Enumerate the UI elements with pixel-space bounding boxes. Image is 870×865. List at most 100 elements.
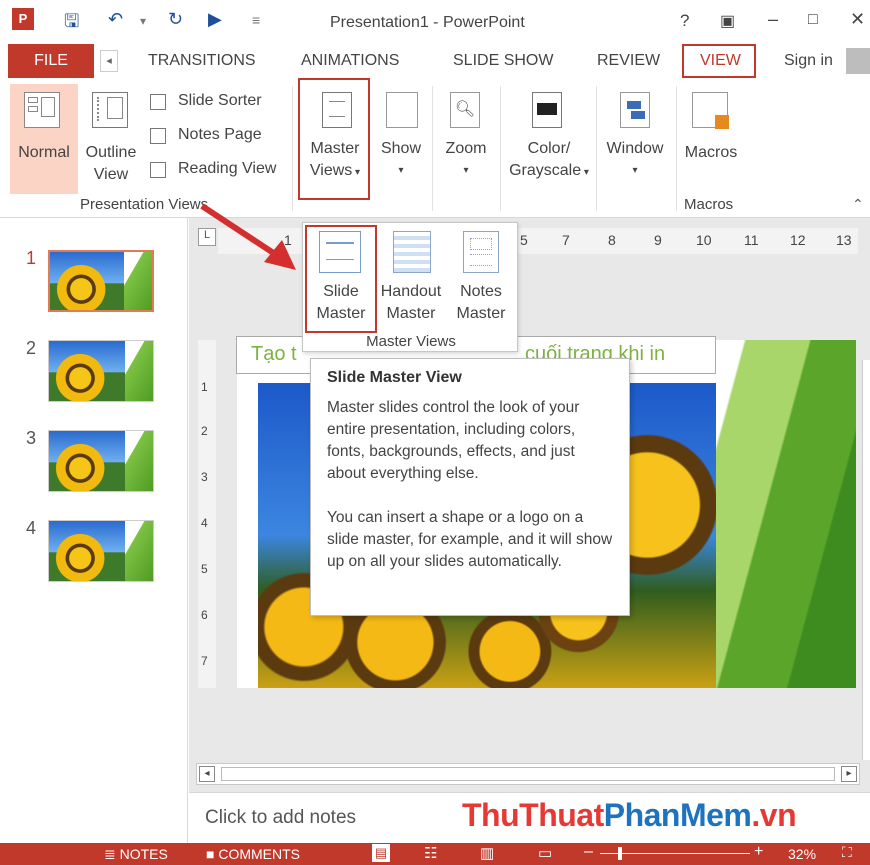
highlight-master-views [298, 78, 370, 200]
normal-label: Normal [18, 144, 70, 161]
minimize-icon[interactable]: – [768, 9, 778, 30]
help-button[interactable]: ? [680, 11, 689, 31]
customize-quick-access-icon[interactable]: ≡ [252, 12, 260, 28]
ruler-tick-label: 2 [201, 424, 208, 438]
scroll-tabs-left-icon[interactable]: ◂ [100, 50, 118, 72]
ruler-tick-label: 8 [608, 232, 616, 248]
ruler-tick-label: 3 [201, 470, 208, 484]
color-grayscale-button[interactable]: Color/ Grayscale ▾ [502, 138, 596, 184]
slide-sorter-button[interactable]: Slide Sorter [178, 92, 262, 110]
ruler-tick-label: 10 [696, 232, 712, 248]
zoom-button[interactable]: Zoom ▾ [438, 138, 494, 182]
show-button[interactable]: Show ▾ [374, 138, 428, 182]
ruler-tick-label: 7 [562, 232, 570, 248]
window-button[interactable]: Window ▾ [598, 138, 672, 182]
user-avatar[interactable] [846, 48, 870, 74]
undo-icon[interactable]: ↶ [108, 9, 123, 30]
tab-review[interactable]: REVIEW [597, 52, 660, 70]
comments-toggle-button[interactable]: ■ COMMENTS [206, 846, 300, 862]
slide-thumbnail-4[interactable] [48, 520, 154, 582]
scroll-right-icon[interactable]: ▸ [841, 766, 857, 782]
ruler-tick-label: 1 [201, 380, 208, 394]
title-bar: P 🖫 ↶ ▾ ↻ ▶ ≡ Presentation1 - PowerPoint… [0, 0, 870, 44]
normal-view-icon [24, 92, 60, 128]
ribbon-separator [676, 86, 677, 211]
slide-sorter-icon [150, 94, 166, 110]
ribbon-tabs: FILE ◂ TRANSITIONS ANIMATIONS SLIDE SHOW… [0, 44, 870, 78]
slide-master-tooltip: Slide Master View Master slides control … [310, 358, 630, 616]
presentation-views-group-label: Presentation Views [80, 196, 209, 213]
slide-number: 3 [26, 428, 37, 448]
reading-view-button[interactable]: Reading View [178, 160, 276, 178]
horizontal-scrollbar[interactable]: ◂ ▸ [196, 763, 860, 785]
slide-thumbnail-3[interactable] [48, 430, 154, 492]
ribbon-display-options-icon[interactable]: ▣ [720, 11, 735, 31]
ruler-tick-label: 5 [201, 562, 208, 576]
ribbon-separator [432, 86, 433, 211]
fit-slide-icon[interactable]: ⛶ [842, 844, 852, 861]
vertical-ruler: 1 2 3 4 5 6 7 [198, 340, 216, 688]
ribbon-separator [596, 86, 597, 211]
ribbon-separator [292, 86, 293, 211]
slide-number: 2 [26, 338, 37, 358]
master-views-dropdown: Slide Master Handout Master Notes Master… [302, 222, 518, 352]
tab-slide-show[interactable]: SLIDE SHOW [453, 52, 553, 70]
ruler-tick-label: 11 [744, 232, 759, 248]
ruler-tick-label: 4 [201, 516, 208, 530]
slide-thumbnails-pane: 1 2 3 4 [0, 218, 188, 843]
scroll-thumb[interactable] [221, 767, 835, 781]
notes-page-button[interactable]: Notes Page [178, 126, 262, 144]
outline-view-icon[interactable] [92, 92, 128, 128]
ruler-tick-label: 12 [790, 232, 806, 248]
ruler-tick-label: 5 [520, 232, 528, 248]
undo-dropdown-icon[interactable]: ▾ [140, 14, 146, 28]
redo-icon[interactable]: ↻ [168, 9, 183, 30]
macros-icon [692, 92, 729, 129]
window-icon [620, 92, 650, 128]
ribbon-separator [500, 86, 501, 211]
zoom-slider[interactable] [600, 847, 750, 860]
slide-thumbnail-1[interactable] [48, 250, 154, 312]
watermark-logo: ThuThuatPhanMem.vn [462, 797, 797, 833]
zoom-level[interactable]: 32% [788, 846, 816, 862]
vertical-scrollbar[interactable] [862, 360, 870, 760]
slide-sorter-status-icon[interactable]: ☷ [424, 844, 437, 862]
notes-master-button[interactable]: Notes Master [449, 281, 513, 325]
slide-title-text: Tạo t [251, 343, 297, 365]
save-icon[interactable]: 🖫 [64, 9, 79, 39]
slide-thumbnail-2[interactable] [48, 340, 154, 402]
window-title: Presentation1 - PowerPoint [330, 14, 525, 31]
notes-toggle-button[interactable]: ≣ NOTES [104, 846, 168, 863]
start-from-beginning-icon[interactable]: ▶ [208, 9, 222, 30]
handout-master-icon [393, 231, 431, 273]
handout-master-button[interactable]: Handout Master [375, 281, 447, 325]
normal-view-status-icon[interactable]: ▤ [372, 844, 390, 862]
zoom-in-icon[interactable]: + [754, 843, 763, 861]
powerpoint-logo-icon: P [12, 8, 34, 30]
master-views-group-label: Master Views [366, 333, 456, 350]
scroll-left-icon[interactable]: ◂ [199, 766, 215, 782]
tooltip-paragraph-2: You can insert a shape or a logo on a sl… [327, 509, 613, 570]
outline-view-label: Outline View [85, 144, 137, 183]
ruler-tick-label: 13 [836, 232, 852, 248]
notes-page-icon [150, 128, 166, 144]
tab-file[interactable]: FILE [8, 44, 94, 78]
close-icon[interactable]: ✕ [850, 9, 865, 30]
tab-transitions[interactable]: TRANSITIONS [148, 52, 256, 70]
color-grayscale-icon [532, 92, 562, 128]
collapse-ribbon-icon[interactable]: ⌃ [852, 196, 864, 213]
zoom-slider-thumb[interactable] [618, 847, 622, 860]
ruler-tick-label: 6 [201, 608, 208, 622]
ruler-tick-label: 7 [201, 654, 208, 668]
slide-show-status-icon[interactable]: ▭ [538, 844, 552, 862]
sign-in-link[interactable]: Sign in [784, 52, 833, 70]
ruler-tick-label: 9 [654, 232, 662, 248]
macros-button[interactable]: Macros [678, 142, 744, 164]
maximize-icon[interactable]: □ [808, 11, 818, 29]
reading-view-status-icon[interactable]: ▥ [480, 844, 494, 862]
zoom-icon: 🔍︎ [450, 92, 480, 128]
tooltip-paragraph-1: Master slides control the look of your e… [327, 399, 580, 482]
zoom-out-icon[interactable]: – [584, 843, 593, 861]
tab-animations[interactable]: ANIMATIONS [301, 52, 399, 70]
notes-master-icon [463, 231, 499, 273]
